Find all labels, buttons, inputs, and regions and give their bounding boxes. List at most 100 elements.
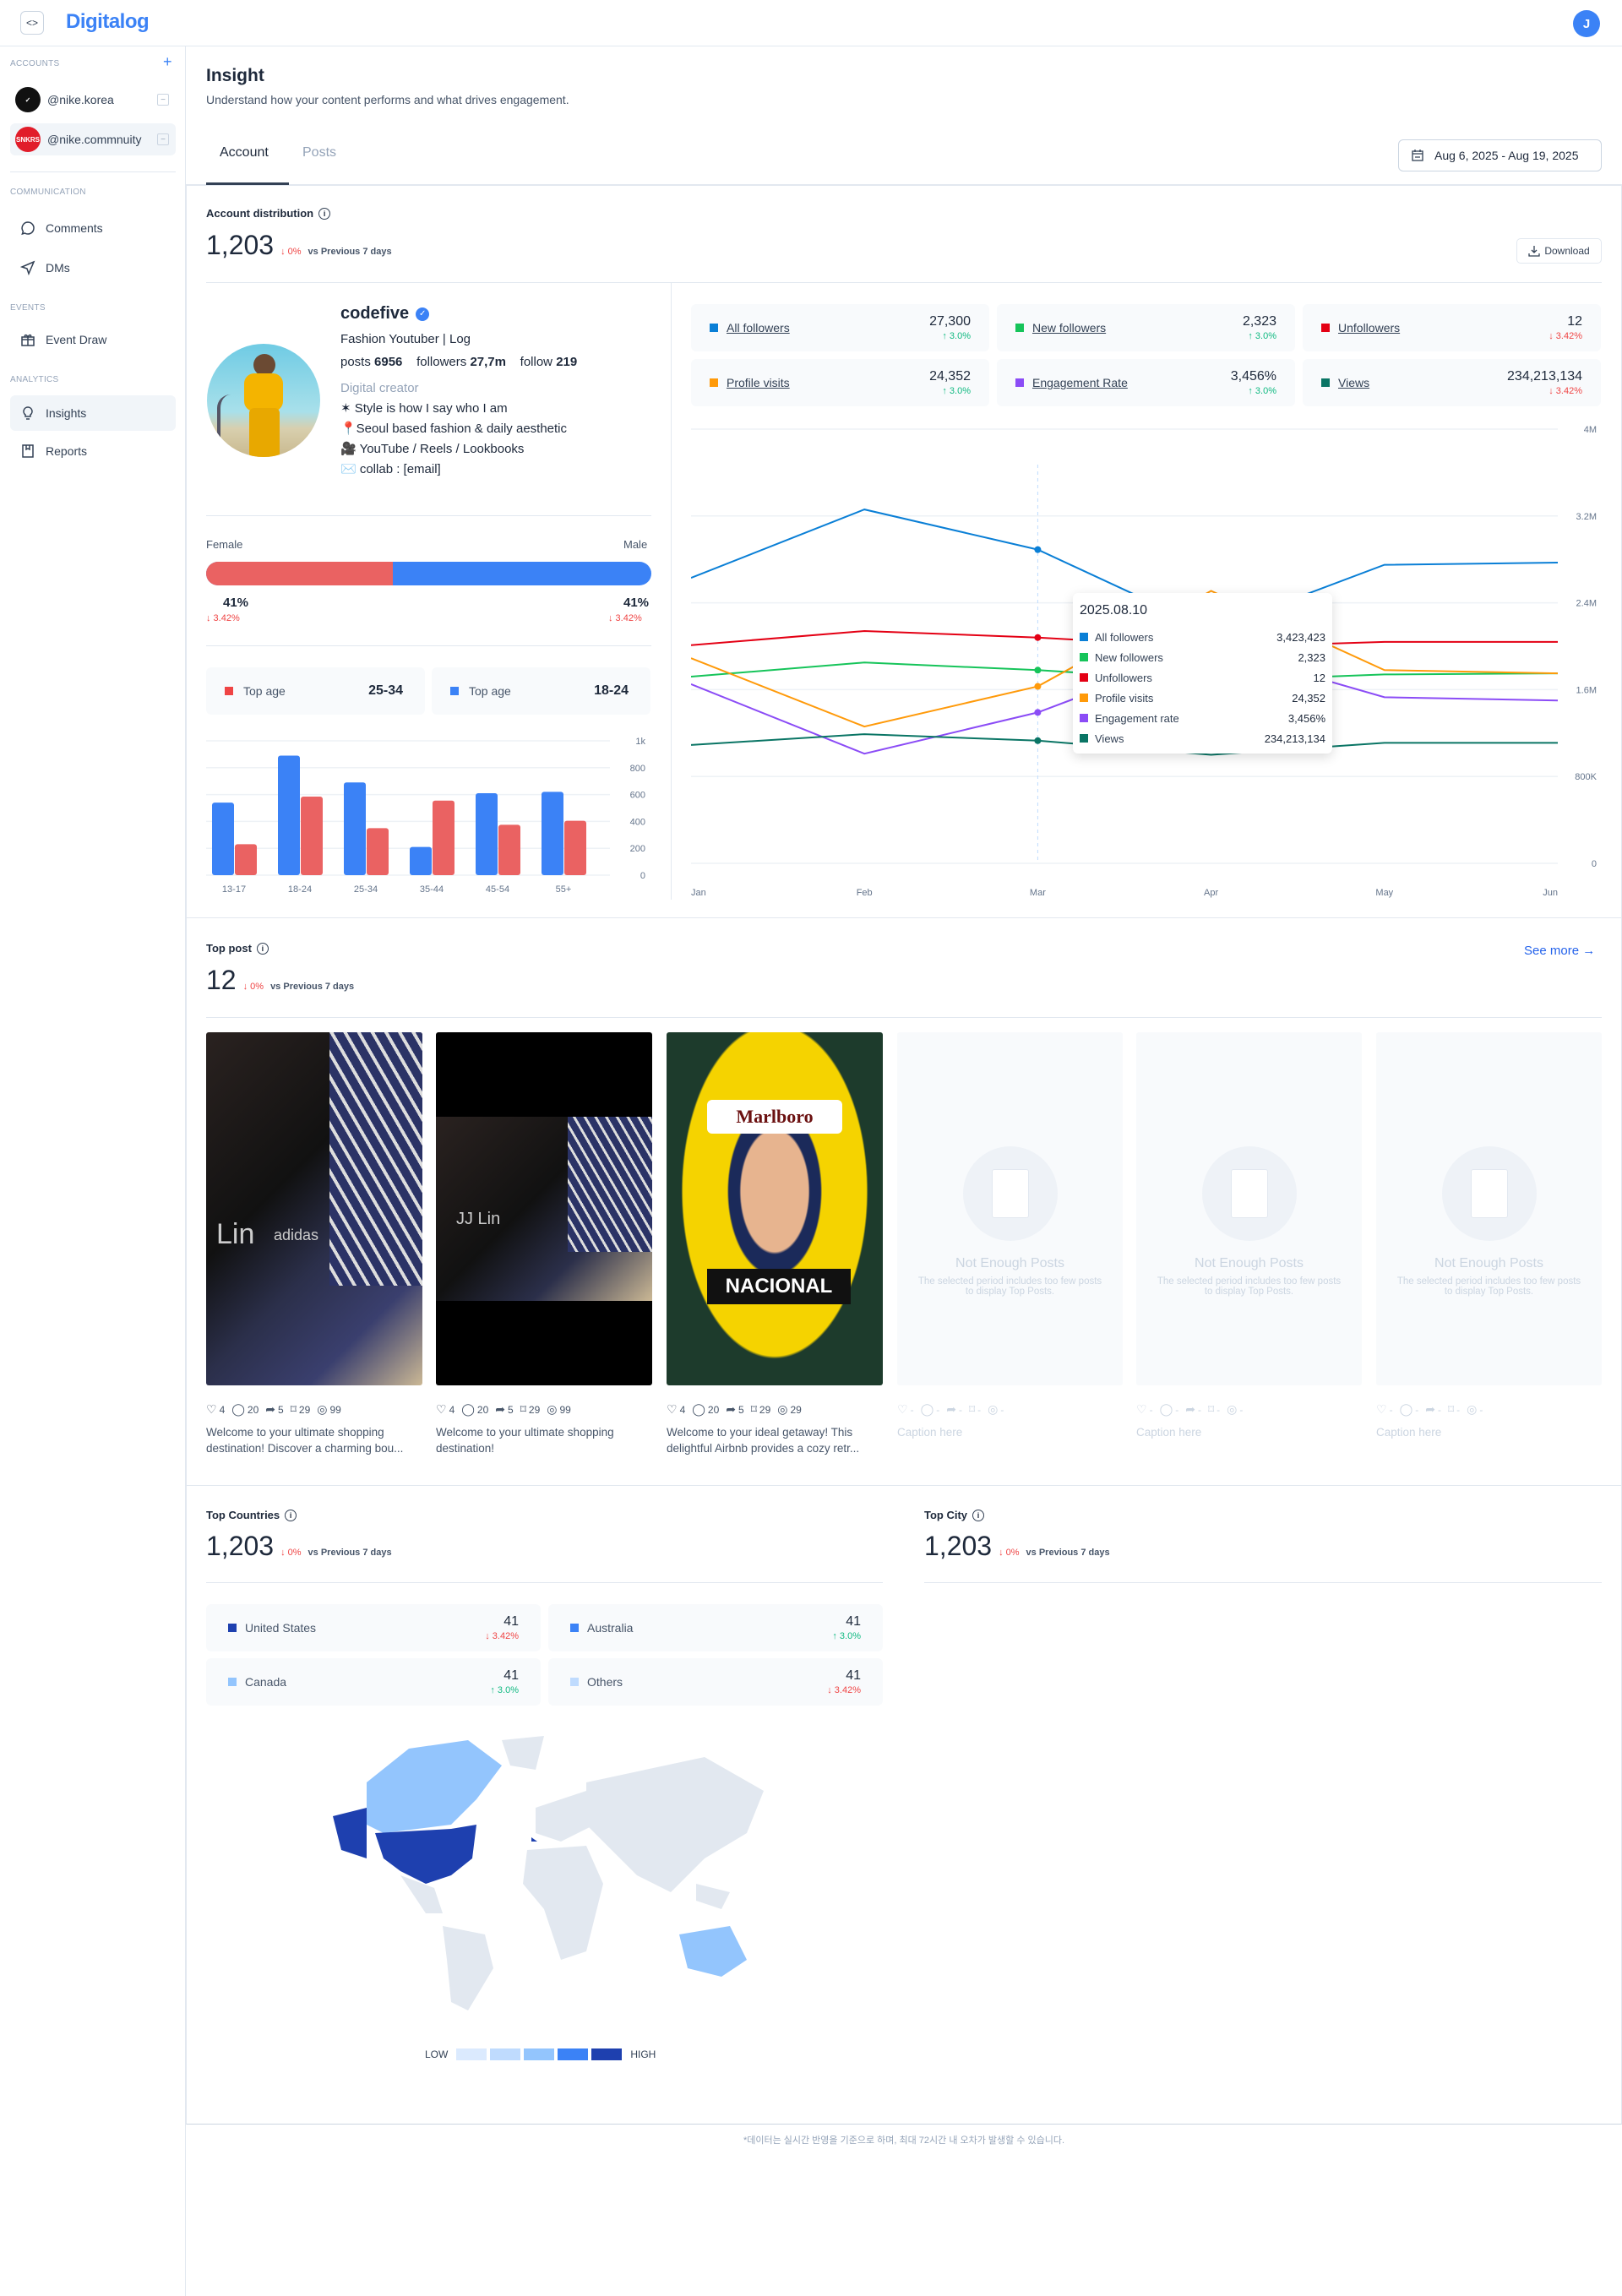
tab-posts[interactable]: Posts [302, 145, 336, 161]
heart-icon: ♡ [436, 1402, 447, 1417]
metric-card[interactable]: New followers2,323↑ 3.0% [997, 304, 1295, 351]
download-button[interactable]: Download [1516, 238, 1602, 264]
bookmark-icon: ⌑ [291, 1402, 297, 1417]
follow-count: 219 [556, 355, 577, 369]
profile-avatar [207, 344, 320, 457]
x-tick-label: 13-17 [222, 884, 246, 895]
section-title: Top posti [206, 942, 269, 955]
sidebar-item-reports[interactable]: Reports [10, 433, 176, 469]
post-stats: ♡4◯20➦5⌑29◎99 [206, 1402, 341, 1417]
y-tick-label: 800 [630, 764, 645, 774]
date-range-value: Aug 6, 2025 - Aug 19, 2025 [1434, 149, 1578, 162]
top-age-male: Top age18-24 [432, 667, 650, 715]
eye-icon: ◎ [1227, 1402, 1237, 1417]
sidebar-divider [10, 171, 176, 172]
sidebar-item-label: Comments [46, 221, 103, 235]
date-range-picker[interactable]: Aug 6, 2025 - Aug 19, 2025 [1398, 139, 1602, 171]
x-tick-label: Mar [1030, 888, 1046, 898]
hover-point [1034, 683, 1041, 690]
metric-card[interactable]: Unfollowers12↓ 3.42% [1303, 304, 1601, 351]
account-item-nike-korea[interactable]: ✓ @nike.korea − [10, 84, 176, 116]
section-title: Top Cityi [924, 1509, 984, 1521]
sidebar-toggle-button[interactable]: <> [20, 11, 44, 35]
hover-point [1034, 634, 1041, 641]
metric-label[interactable]: All followers [727, 321, 790, 335]
metric-card[interactable]: Views234,213,134↓ 3.42% [1303, 359, 1601, 406]
map-legend: LOW HIGH [425, 2048, 656, 2060]
followers-count: 27,7m [470, 355, 506, 369]
metric-card[interactable]: All followers27,300↑ 3.0% [691, 304, 989, 351]
send-icon [20, 260, 35, 275]
tooltip-row: Unfollowers12 [1080, 667, 1325, 688]
bookmark-icon: ⌑ [1208, 1402, 1214, 1417]
post-caption: Caption here [1376, 1424, 1596, 1440]
eye-icon: ◎ [777, 1402, 787, 1417]
bar-female [564, 821, 586, 875]
map-south-america [443, 1926, 493, 2010]
y-tick-label: 0 [1592, 859, 1597, 869]
app-logo[interactable]: Digitalog [66, 10, 149, 34]
sidebar-item-insights[interactable]: Insights [10, 395, 176, 431]
remove-account-icon[interactable]: − [157, 133, 169, 145]
metric-label[interactable]: New followers [1032, 321, 1106, 335]
gift-icon [20, 332, 35, 347]
post-stats: ♡4◯20➦5⌑29◎99 [436, 1402, 571, 1417]
sidebar-item-label: DMs [46, 261, 70, 275]
add-account-icon[interactable]: + [163, 53, 172, 71]
metric-label[interactable]: Engagement Rate [1032, 376, 1128, 389]
info-icon[interactable]: i [972, 1510, 984, 1521]
x-tick-label: Jun [1543, 888, 1558, 898]
sidebar-item-dms[interactable]: DMs [10, 250, 176, 286]
male-label: Male [623, 538, 647, 551]
divider [206, 645, 651, 646]
divider [924, 1582, 1602, 1583]
kpi-change: ↓ 0% [280, 247, 301, 257]
post-caption: Welcome to your ultimate shopping destin… [206, 1424, 426, 1456]
info-icon[interactable]: i [257, 943, 269, 955]
kpi: 1,203 ↓ 0% vs Previous 7 days [206, 230, 392, 261]
map-europe [536, 1791, 595, 1842]
sidebar-item-event-draw[interactable]: Event Draw [10, 322, 176, 357]
comment-icon: ◯ [1160, 1402, 1173, 1417]
share-icon: ➦ [495, 1402, 505, 1417]
post-stats: ♡-◯-➦-⌑-◎- [1136, 1402, 1243, 1417]
bar-male [542, 792, 563, 875]
user-avatar[interactable]: J [1573, 10, 1600, 37]
profile-headline: Fashion Youtuber | Log [340, 332, 577, 346]
empty-post-placeholder: Not Enough PostsThe selected period incl… [1136, 1032, 1362, 1385]
metric-label[interactable]: Unfollowers [1338, 321, 1400, 335]
kpi-value: 1,203 [206, 230, 274, 261]
metric-change: ↑ 3.0% [929, 386, 971, 396]
x-tick-label: 18-24 [288, 884, 312, 895]
y-tick-label: 400 [630, 817, 645, 827]
tab-account[interactable]: Account [220, 145, 269, 161]
info-icon[interactable]: i [285, 1510, 297, 1521]
account-item-nike-community[interactable]: SNKRS @nike.commnuity − [10, 123, 176, 155]
metric-card[interactable]: Engagement Rate3,456%↑ 3.0% [997, 359, 1295, 406]
x-tick-label: Jan [691, 888, 706, 898]
info-icon[interactable]: i [318, 208, 330, 220]
metric-label[interactable]: Profile visits [727, 376, 790, 389]
see-more-link[interactable]: See more → [1524, 944, 1595, 958]
female-label: Female [206, 538, 242, 551]
remove-account-icon[interactable]: − [157, 94, 169, 106]
metric-label[interactable]: Views [1338, 376, 1369, 389]
image-placeholder-icon [963, 1146, 1058, 1241]
accounts-section-label: ACCOUNTS [10, 59, 60, 68]
map-australia [679, 1926, 747, 1977]
metric-card[interactable]: Profile visits 24,352 ↑ 3.0% [691, 359, 989, 406]
world-map [308, 1732, 789, 2023]
city-list[interactable]: Seoul41%↓ 3.42%Busan41%↓ 3.42%Daegu41%↓ … [924, 1599, 1602, 2103]
share-icon: ➦ [726, 1402, 736, 1417]
post-thumbnail[interactable]: JJ Lin [436, 1032, 652, 1385]
hover-point [1034, 709, 1041, 715]
male-pct: 41% [623, 596, 649, 610]
legend-swatch [1321, 324, 1330, 332]
y-tick-label: 2.4M [1576, 599, 1597, 609]
post-thumbnail[interactable]: Lin adidas [206, 1032, 422, 1385]
post-stats: ♡-◯-➦-⌑-◎- [1376, 1402, 1483, 1417]
comment-icon: ◯ [692, 1402, 705, 1417]
post-thumbnail[interactable]: Marlboro NACIONAL [667, 1032, 883, 1385]
sidebar-item-comments[interactable]: Comments [10, 210, 176, 246]
metric-value: 24,352 [929, 369, 971, 384]
